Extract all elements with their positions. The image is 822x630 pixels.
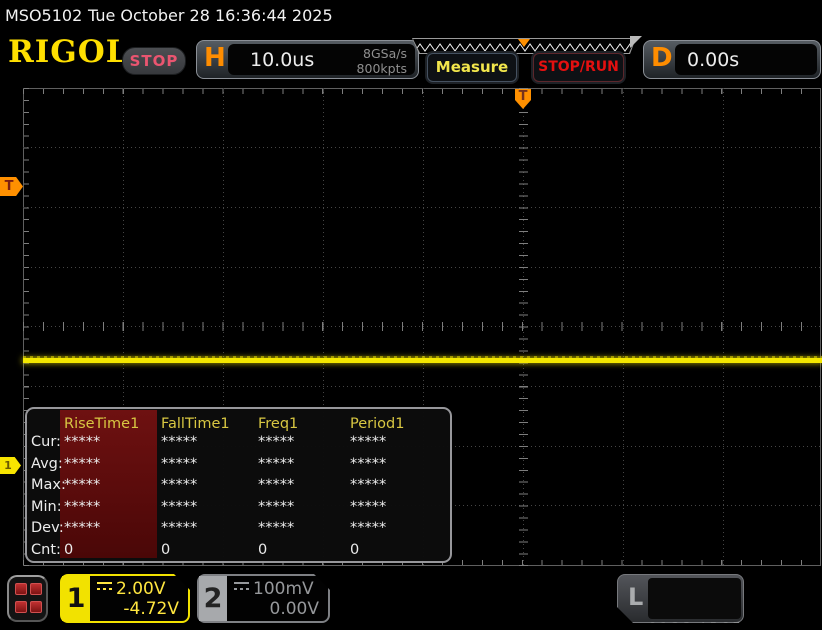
menu-grid-icon [15, 601, 27, 613]
gridline [23, 267, 821, 268]
gridline [23, 147, 821, 148]
graticule: T T 1 RiseTime1 FallTime1 Freq1 Period1 … [0, 85, 822, 572]
h-label: H [204, 43, 226, 73]
trigger-position-marker[interactable]: T [515, 89, 531, 109]
channel1-trace [23, 356, 822, 363]
delay-box[interactable]: D 0.00s [643, 40, 821, 79]
channel2-offset: 0.00V [269, 599, 319, 619]
oscilloscope-screen: MSO5102 Tue October 28 16:36:44 2025 RIG… [0, 0, 822, 630]
logic-analyzer-status[interactable]: L 0 1 2 3 4 5 6 7 8 9 1011 12131415 [617, 574, 744, 623]
timebase-value: 10.0us [250, 49, 315, 71]
datetime: Tue October 28 16:36:44 2025 [88, 6, 333, 25]
la-label: L [628, 583, 644, 611]
channel1-number: 1 [62, 576, 90, 621]
channel2-status[interactable]: 2 100mV 0.00V [197, 574, 330, 623]
status-bar: MSO5102 Tue October 28 16:36:44 2025 [0, 0, 822, 30]
channel-bar: 1 2.00V -4.72V 2 100mV 0.00V L 0 1 2 3 4… [0, 570, 822, 630]
top-edge-ticks [23, 89, 821, 94]
menu-grid-icon [30, 583, 42, 595]
menu-button[interactable] [7, 575, 48, 622]
dc-coupling-icon [234, 582, 249, 593]
stop-run-button[interactable]: STOP/RUN [533, 53, 624, 82]
overview-trigger-indicator[interactable] [518, 39, 530, 47]
trigger-level-marker[interactable]: T [0, 177, 23, 196]
menu-grid-icon [30, 601, 42, 613]
toolbar: RIGOL STOP H 10.0us 8GSa/s 800kpts Measu… [0, 30, 822, 86]
channel1-scale: 2.00V [97, 579, 165, 599]
gridline [23, 207, 821, 208]
rigol-logo: RIGOL [8, 34, 129, 70]
measurement-table: RiseTime1 FallTime1 Freq1 Period1 Cur: *… [25, 407, 452, 563]
overview-corner-flap [630, 36, 642, 48]
grid-bottom-border [23, 565, 821, 566]
la-channels: 0 1 2 3 4 5 6 7 8 9 1011 12131415 [648, 578, 741, 619]
channel1-offset-marker[interactable]: 1 [0, 457, 21, 474]
measurement-column-header[interactable]: RiseTime1 [64, 416, 139, 432]
measure-button[interactable]: Measure [427, 53, 517, 82]
la-channels-row1: 0 1 2 3 4 5 6 7 [648, 620, 741, 630]
menu-grid-icon [15, 583, 27, 595]
channel1-offset: -4.72V [123, 599, 179, 619]
channel1-status[interactable]: 1 2.00V -4.72V [60, 574, 190, 623]
measurement-column-header[interactable]: FallTime1 [161, 416, 230, 432]
model-name: MSO5102 [5, 6, 83, 25]
gridline [23, 386, 821, 387]
measurement-column-header[interactable]: Freq1 [258, 416, 298, 432]
delay-value: 0.00s [687, 49, 740, 71]
horizontal-timebase-box[interactable]: H 10.0us 8GSa/s 800kpts [196, 40, 419, 79]
timebase-inner: 10.0us 8GSa/s 800kpts [228, 44, 415, 76]
memory-depth: 800kpts [356, 61, 407, 76]
dc-coupling-icon [97, 582, 112, 593]
waveform-overview-bar[interactable] [408, 38, 640, 54]
measurement-column-header[interactable]: Period1 [350, 416, 404, 432]
channel2-scale: 100mV [234, 579, 314, 599]
sample-rate: 8GSa/s [363, 46, 407, 61]
run-state-badge: STOP [122, 47, 186, 75]
delay-inner: 0.00s [675, 44, 817, 75]
acquisition-info: 8GSa/s 800kpts [357, 46, 407, 76]
center-horizontal-ticks [23, 322, 821, 331]
d-label: D [651, 43, 673, 73]
channel2-number: 2 [199, 576, 227, 621]
